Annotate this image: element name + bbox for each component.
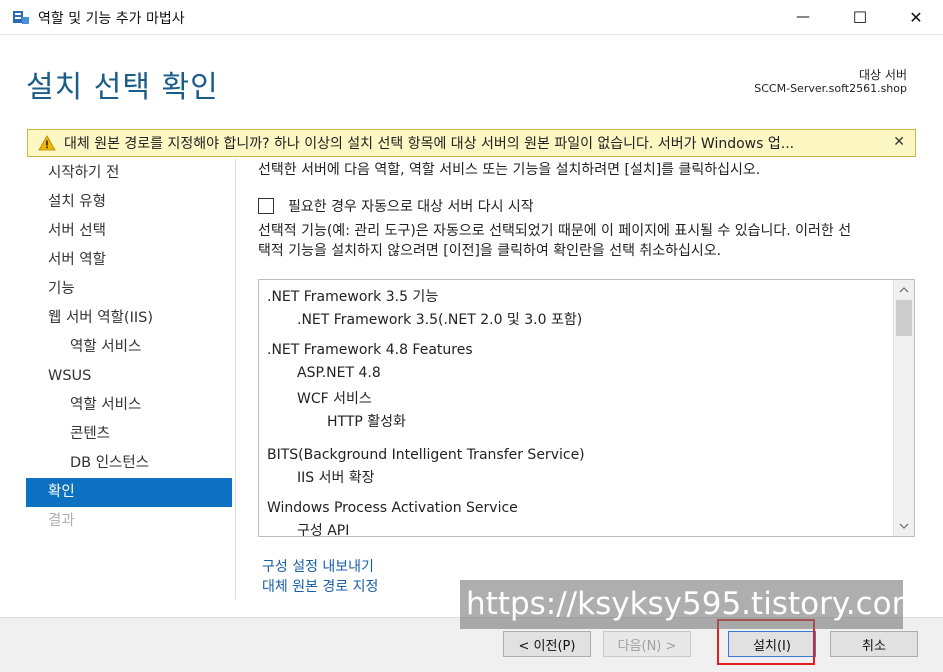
alt-source-path-link[interactable]: 대체 원본 경로 지정 xyxy=(262,576,378,596)
close-icon: ✕ xyxy=(909,7,923,27)
warning-banner[interactable]: 대체 원본 경로를 지정해야 합니까? 하나 이상의 설치 선택 항목에 대상 … xyxy=(27,129,916,157)
close-button[interactable]: ✕ xyxy=(893,0,939,34)
feature-item: BITS(Background Intelligent Transfer Ser… xyxy=(267,447,585,463)
window-title: 역할 및 기능 추가 마법사 xyxy=(38,11,185,27)
maximize-button[interactable]: ☐ xyxy=(837,0,883,34)
note-line-1: 선택적 기능(예: 관리 도구)은 자동으로 선택되었기 때문에 이 페이지에 … xyxy=(258,223,852,239)
title-bar: 역할 및 기능 추가 마법사 — ☐ ✕ xyxy=(0,0,943,35)
warning-close-icon[interactable]: ✕ xyxy=(893,134,905,150)
feature-item: 구성 API xyxy=(297,523,350,537)
nav-step-wsus-role-services[interactable]: 역할 서비스 xyxy=(26,391,232,420)
feature-item: ASP.NET 4.8 xyxy=(297,365,381,381)
feature-item: IIS 서버 확장 xyxy=(297,470,375,486)
feature-item: .NET Framework 4.8 Features xyxy=(267,342,473,358)
nav-step-results: 결과 xyxy=(48,513,75,529)
feature-item: Windows Process Activation Service xyxy=(267,500,518,516)
optional-features-note: 선택적 기능(예: 관리 도구)은 자동으로 선택되었기 때문에 이 페이지에 … xyxy=(258,221,918,261)
scrollbar-thumb[interactable] xyxy=(896,300,912,336)
maximize-icon: ☐ xyxy=(852,7,868,27)
nav-step-content[interactable]: 콘텐츠 xyxy=(26,420,232,449)
nav-divider xyxy=(235,159,236,599)
intro-text: 선택한 서버에 다음 역할, 역할 서비스 또는 기능을 설치하려면 [설치]를… xyxy=(258,162,761,178)
scroll-up-icon[interactable] xyxy=(894,280,914,300)
features-scrollbar[interactable] xyxy=(893,280,914,536)
nav-step-installation-type[interactable]: 설치 유형 xyxy=(26,188,232,217)
minimize-icon: — xyxy=(796,9,810,25)
feature-item: .NET Framework 3.5(.NET 2.0 및 3.0 포함) xyxy=(297,312,583,328)
watermark-text: https://ksyksy595.tistory.com xyxy=(460,580,922,629)
nav-step-confirmation[interactable]: 확인 xyxy=(26,478,232,507)
scroll-down-icon[interactable] xyxy=(894,516,914,536)
export-config-link[interactable]: 구성 설정 내보내기 xyxy=(262,556,374,576)
server-manager-icon xyxy=(13,11,29,24)
nav-step-web-server-role[interactable]: 웹 서버 역할(IIS) xyxy=(26,304,232,333)
feature-item: HTTP 활성화 xyxy=(327,414,406,430)
auto-restart-label[interactable]: 필요한 경우 자동으로 대상 서버 다시 시작 xyxy=(288,196,534,216)
nav-step-db-instance[interactable]: DB 인스턴스 xyxy=(26,449,232,478)
wizard-steps-nav: 시작하기 전 설치 유형 서버 선택 서버 역할 기능 웹 서버 역할(IIS)… xyxy=(26,159,232,536)
target-server-name: SCCM-Server.soft2561.shop xyxy=(754,82,907,95)
page-title: 설치 선택 확인 xyxy=(26,70,219,105)
warning-icon xyxy=(38,135,56,151)
nav-step-server-roles[interactable]: 서버 역할 xyxy=(26,246,232,275)
next-button: 다음(N) > xyxy=(603,631,691,657)
auto-restart-option[interactable]: 필요한 경우 자동으로 대상 서버 다시 시작 xyxy=(258,196,534,216)
previous-button[interactable]: < 이전(P) xyxy=(503,631,591,657)
nav-step-features[interactable]: 기능 xyxy=(26,275,232,304)
cancel-button[interactable]: 취소 xyxy=(830,631,918,657)
nav-step-server-selection[interactable]: 서버 선택 xyxy=(26,217,232,246)
auto-restart-checkbox[interactable] xyxy=(258,198,274,214)
note-line-2: 택적 기능을 설치하지 않으려면 [이전]을 클릭하여 확인란을 선택 취소하십… xyxy=(258,243,722,259)
target-server-label: 대상 서버 xyxy=(859,68,907,82)
minimize-button[interactable]: — xyxy=(780,0,826,34)
selected-features-list[interactable]: .NET Framework 3.5 기능 .NET Framework 3.5… xyxy=(258,279,915,537)
nav-step-wsus[interactable]: WSUS xyxy=(26,362,232,391)
nav-step-iis-role-services[interactable]: 역할 서비스 xyxy=(26,333,232,362)
feature-item: WCF 서비스 xyxy=(297,391,372,407)
feature-item: .NET Framework 3.5 기능 xyxy=(267,289,439,305)
warning-text: 대체 원본 경로를 지정해야 합니까? 하나 이상의 설치 선택 항목에 대상 … xyxy=(64,136,795,152)
nav-step-before-you-begin[interactable]: 시작하기 전 xyxy=(26,159,232,188)
